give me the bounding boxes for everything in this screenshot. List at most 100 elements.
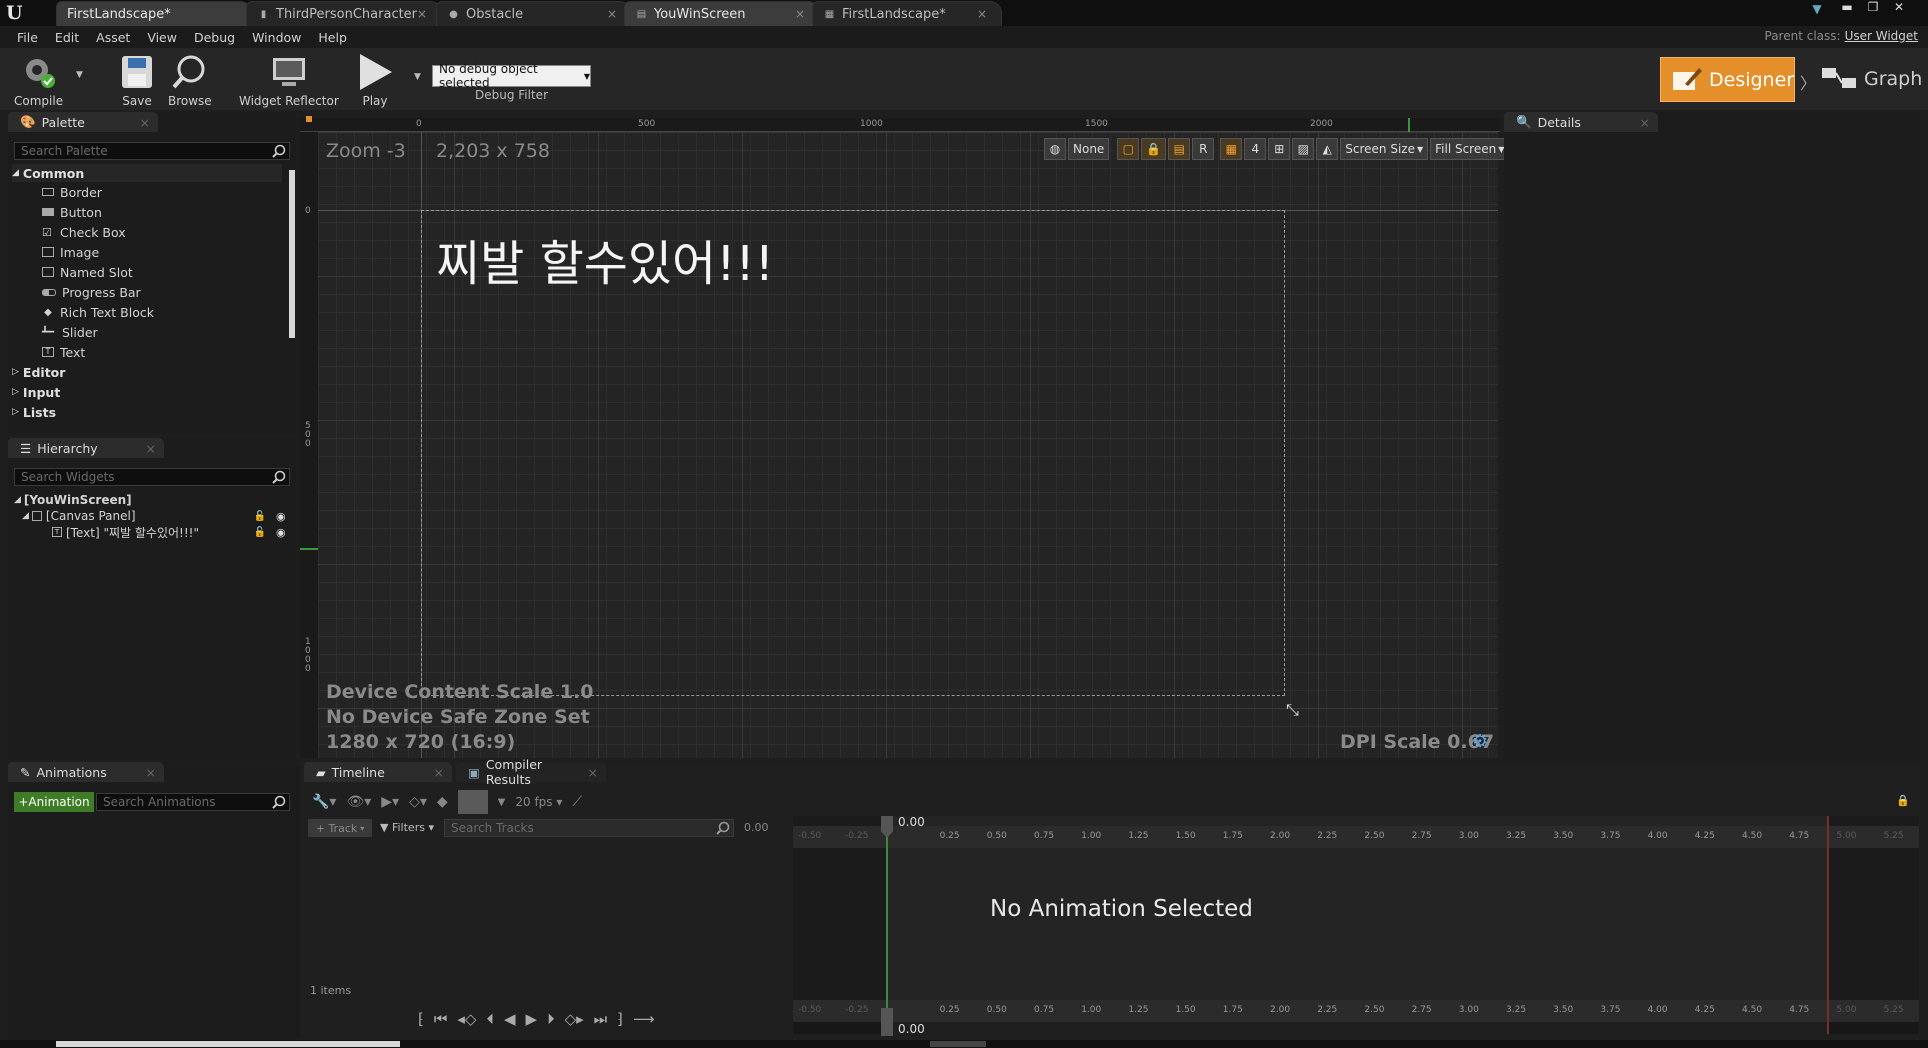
palette-item-named-slot[interactable]: Named Slot	[12, 262, 282, 282]
close-icon[interactable]: ×	[607, 7, 617, 21]
key-icon[interactable]: ◆	[437, 794, 448, 810]
restore-button[interactable]: ❐	[1860, 0, 1886, 16]
jump-to-start-icon[interactable]: ⏮	[434, 1010, 448, 1028]
current-time-value[interactable]: 0.00	[744, 821, 769, 834]
previous-key-icon[interactable]: ◂◇	[457, 1010, 476, 1028]
widget-reflector-button[interactable]: Widget Reflector	[239, 52, 339, 108]
notification-icon[interactable]: ▼	[1804, 2, 1830, 18]
lock-icon[interactable]: 🔓	[254, 527, 266, 538]
lock-icon[interactable]: 🔒	[1896, 794, 1910, 807]
minimize-button[interactable]: ▬	[1834, 0, 1860, 16]
fill-screen-dropdown[interactable]: Fill Screen ▼	[1430, 138, 1510, 160]
compile-options-icon[interactable]: ▼	[76, 70, 83, 80]
palette-item-image[interactable]: Image	[12, 242, 282, 262]
key-options-icon[interactable]: ◇▾	[409, 794, 427, 810]
palette-item-text[interactable]: T Text	[12, 342, 282, 362]
close-icon[interactable]: ×	[417, 7, 427, 21]
palette-tab[interactable]: 🎨 Palette ×	[8, 112, 158, 132]
view-options-icon[interactable]: 👁▾	[346, 794, 371, 810]
close-icon[interactable]: ×	[977, 7, 987, 21]
tab-first-landscape[interactable]: FirstLandscape*	[56, 1, 252, 26]
close-icon[interactable]: ×	[1640, 115, 1650, 130]
menu-file[interactable]: File	[17, 30, 38, 45]
scrollbar-thumb[interactable]	[56, 1041, 400, 1047]
visibility-eye-icon[interactable]: ◉	[276, 510, 286, 523]
close-icon[interactable]: ×	[140, 115, 150, 130]
select-mode-icon[interactable]: ▢	[1117, 138, 1140, 160]
category-lists[interactable]: ▷ Lists	[12, 402, 282, 422]
end-range-marker[interactable]	[1827, 816, 1829, 1034]
details-tab[interactable]: 🔍 Details ×	[1504, 112, 1658, 132]
timeline-ruler-bottom[interactable]: -0.50 -0.25 0.25 0.50 0.75 1.00 1.25 1.50 1.75 2.…	[793, 1000, 1919, 1022]
search-tracks-input[interactable]: Search Tracks	[444, 819, 734, 837]
close-icon[interactable]: ×	[146, 765, 156, 780]
play-button[interactable]: Play	[355, 52, 395, 108]
tab-obstacle[interactable]: ● Obstacle ×	[436, 1, 632, 26]
close-icon[interactable]: ×	[434, 765, 444, 780]
compiler-results-tab[interactable]: ▣ Compiler Results ×	[456, 757, 606, 787]
hierarchy-tab[interactable]: ☰ Hierarchy ×	[8, 438, 164, 458]
menu-asset[interactable]: Asset	[96, 30, 130, 45]
grid-snap-icon[interactable]: ▦	[1220, 138, 1243, 160]
timeline-ruler-top[interactable]: -0.50 -0.25 0.25 0.50 0.75 1.00 1.25 1.50 1.75 2.…	[793, 826, 1919, 848]
gear-icon[interactable]: ⚙	[1472, 731, 1488, 752]
debug-object-dropdown[interactable]: No debug object selected ▼	[432, 62, 591, 90]
lock-icon[interactable]: 🔓	[254, 511, 266, 522]
menu-view[interactable]: View	[147, 30, 177, 45]
step-back-icon[interactable]: ⏴	[486, 1010, 494, 1028]
grid-snap-size[interactable]: 4	[1244, 138, 1267, 160]
palette-item-rich-text-block[interactable]: ◆ Rich Text Block	[12, 302, 282, 322]
menu-help[interactable]: Help	[318, 30, 347, 45]
browse-button[interactable]: Browse	[168, 52, 212, 108]
resize-handle-icon[interactable]: ⤡	[1286, 700, 1299, 720]
search-palette-input[interactable]: Search Palette	[14, 142, 290, 160]
play-options-icon[interactable]: ▶▾	[381, 794, 399, 810]
search-animations-input[interactable]: Search Animations	[96, 793, 290, 811]
palette-item-button[interactable]: Button	[12, 202, 282, 222]
next-key-icon[interactable]: ◇▸	[565, 1010, 584, 1028]
set-end-icon[interactable]: ⁆	[617, 1010, 623, 1028]
designer-mode-button[interactable]: Designer	[1660, 57, 1795, 102]
background-icon[interactable]: ▨	[1292, 138, 1315, 160]
play-icon[interactable]: ▶	[526, 1010, 538, 1028]
curve-editor-icon[interactable]: ⟋	[572, 794, 582, 810]
category-input[interactable]: ▷ Input	[12, 382, 282, 402]
palette-scrollbar[interactable]	[289, 170, 295, 338]
search-widgets-input[interactable]: Search Widgets	[14, 468, 290, 486]
safe-zone-icon[interactable]: ◭	[1316, 138, 1339, 160]
close-icon[interactable]: ×	[588, 765, 598, 780]
wrench-icon[interactable]: 🔧▾	[312, 794, 336, 810]
tab-you-win-screen[interactable]: ▤ YouWinScreen ×	[624, 1, 820, 26]
compile-button[interactable]: Compile	[14, 52, 63, 108]
culture-none-dropdown[interactable]: None	[1068, 138, 1110, 160]
hierarchy-text-item[interactable]: T [Text] "찌발 할수있어!!!" 🔓	[14, 524, 294, 540]
screen-size-dropdown[interactable]: Screen Size ▼	[1340, 138, 1429, 160]
category-editor[interactable]: ▷ Editor	[12, 362, 282, 382]
menu-edit[interactable]: Edit	[55, 30, 79, 45]
canvas-text-widget[interactable]: 찌발 할수있어!!!	[436, 224, 774, 294]
lock-icon[interactable]: 🔒	[1141, 138, 1167, 160]
close-window-button[interactable]: ✕	[1886, 0, 1912, 16]
menu-debug[interactable]: Debug	[194, 30, 235, 45]
hierarchy-canvas-panel[interactable]: ◢ [Canvas Panel] 🔓	[14, 508, 294, 524]
play-reverse-icon[interactable]: ◀	[504, 1010, 516, 1028]
playhead-handle-bottom[interactable]	[881, 1008, 893, 1036]
loop-icon[interactable]: ⟶	[633, 1010, 655, 1028]
tab-first-landscape-2[interactable]: ▦ FirstLandscape* ×	[812, 1, 1002, 26]
respect-locks-button[interactable]: R	[1192, 138, 1215, 160]
localization-icon[interactable]: ◍	[1044, 138, 1066, 160]
category-common[interactable]: ◢ Common	[12, 164, 282, 182]
set-start-icon[interactable]: ⁅	[418, 1010, 424, 1028]
add-animation-button[interactable]: +Animation	[14, 792, 94, 812]
playhead[interactable]	[886, 816, 888, 1034]
close-icon[interactable]: ×	[146, 441, 156, 456]
jump-to-end-icon[interactable]: ⏭	[594, 1010, 608, 1028]
step-forward-icon[interactable]: ⏵	[547, 1010, 555, 1028]
add-track-button[interactable]: + Track ▾	[308, 819, 372, 837]
outline-toggle-icon[interactable]: ▤	[1168, 138, 1191, 160]
timeline-scroll-thumb[interactable]	[930, 1041, 986, 1047]
hierarchy-root[interactable]: ◢ [YouWinScreen]	[14, 492, 294, 508]
save-button[interactable]: Save	[117, 52, 157, 108]
menu-window[interactable]: Window	[252, 30, 301, 45]
palette-item-border[interactable]: Border	[12, 182, 282, 202]
